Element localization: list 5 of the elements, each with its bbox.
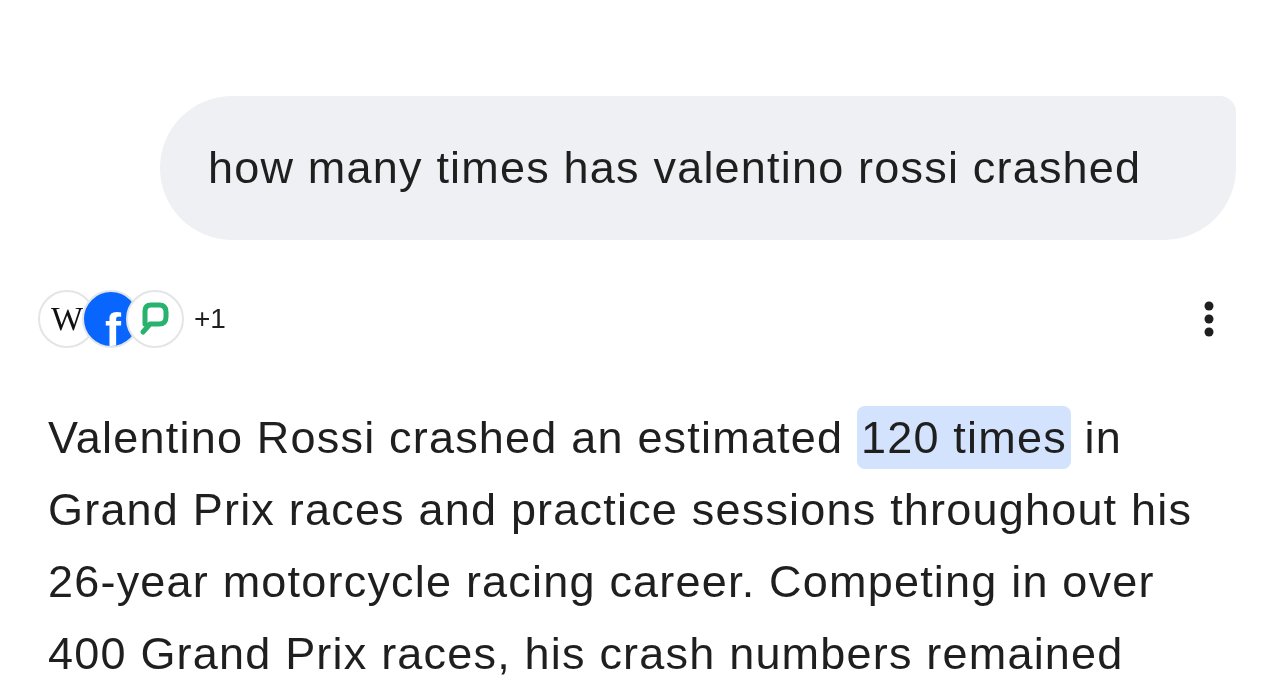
more-sources-count[interactable]: +1	[194, 298, 226, 340]
more-options-icon[interactable]	[1204, 301, 1214, 337]
query-text: how many times has valentino rossi crashed	[208, 141, 1142, 195]
answer-paragraph: Valentino Rossi crashed an estimated 120 times in Grand Prix races and practice sessions throughout his 26-year motorcycle racing career. Competing in over 400 Grand Prix races, his crash numbers remained	[0, 402, 1284, 690]
highlighted-phrase[interactable]: 120 times	[857, 406, 1071, 469]
